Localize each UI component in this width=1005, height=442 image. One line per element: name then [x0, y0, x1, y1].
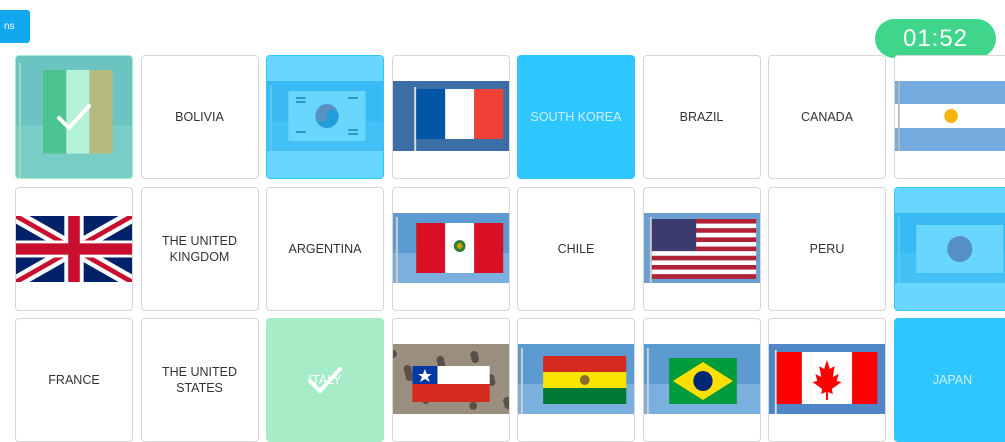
card-label: THE UNITED KINGDOM: [148, 233, 252, 265]
united-kingdom-flag-icon: [16, 216, 132, 282]
card-brazil-flag[interactable]: [643, 318, 761, 442]
card-canada-flag[interactable]: [768, 318, 886, 442]
card-label: CANADA: [775, 109, 879, 125]
card-name-japan[interactable]: JAPAN: [894, 318, 1005, 442]
card-label: BRAZIL: [650, 109, 754, 125]
selected-overlay: [267, 56, 383, 178]
card-name-argentina[interactable]: ARGENTINA: [266, 187, 384, 311]
card-france-flag[interactable]: [392, 55, 510, 179]
card-usa-flag[interactable]: [643, 187, 761, 311]
card-label: JAPAN: [901, 372, 1005, 388]
card-name-brazil[interactable]: BRAZIL: [643, 55, 761, 179]
card-united-kingdom-flag[interactable]: [15, 187, 133, 311]
card-label: BOLIVIA: [148, 109, 252, 125]
checkmark-icon: [55, 102, 93, 132]
selected-overlay: [895, 188, 1005, 310]
card-grid: BOLIVIA SOUTH KOREA BRAZIL CANADA THE UNITED…: [15, 55, 1005, 435]
card-label: SOUTH KOREA: [524, 109, 628, 125]
card-name-chile[interactable]: CHILE: [517, 187, 635, 311]
argentina-flag-icon: [895, 81, 1005, 151]
card-name-the-united-states[interactable]: THE UNITED STATES: [141, 318, 259, 442]
canada-flag-icon: [769, 344, 885, 414]
card-japan-flag[interactable]: [894, 187, 1005, 311]
card-name-peru[interactable]: PERU: [768, 187, 886, 311]
chile-flag-icon: [393, 344, 509, 414]
card-south-korea-flag[interactable]: [266, 55, 384, 179]
card-argentina-flag[interactable]: [894, 55, 1005, 179]
card-label: ARGENTINA: [273, 241, 377, 257]
card-label: FRANCE: [22, 372, 126, 388]
card-name-the-united-kingdom[interactable]: THE UNITED KINGDOM: [141, 187, 259, 311]
card-name-bolivia[interactable]: BOLIVIA: [141, 55, 259, 179]
options-button[interactable]: ns: [0, 10, 30, 43]
card-name-canada[interactable]: CANADA: [768, 55, 886, 179]
france-flag-icon: [393, 81, 509, 151]
card-chile-flag[interactable]: [392, 318, 510, 442]
card-label: PERU: [775, 241, 879, 257]
card-name-south-korea[interactable]: SOUTH KOREA: [517, 55, 635, 179]
card-ireland-flag[interactable]: [15, 55, 133, 179]
bolivia-flag-icon: [518, 344, 634, 414]
card-peru-flag[interactable]: [392, 187, 510, 311]
card-label: CHILE: [524, 241, 628, 257]
brazil-flag-icon: [644, 344, 760, 414]
card-name-france[interactable]: FRANCE: [15, 318, 133, 442]
card-bolivia-flag[interactable]: [517, 318, 635, 442]
card-name-italy[interactable]: ITALY: [266, 318, 384, 442]
countdown-timer: 01:52: [875, 19, 996, 58]
peru-flag-icon: [393, 213, 509, 283]
card-label: THE UNITED STATES: [148, 364, 252, 396]
usa-flag-icon: [644, 213, 760, 283]
checkmark-icon: [306, 365, 344, 395]
